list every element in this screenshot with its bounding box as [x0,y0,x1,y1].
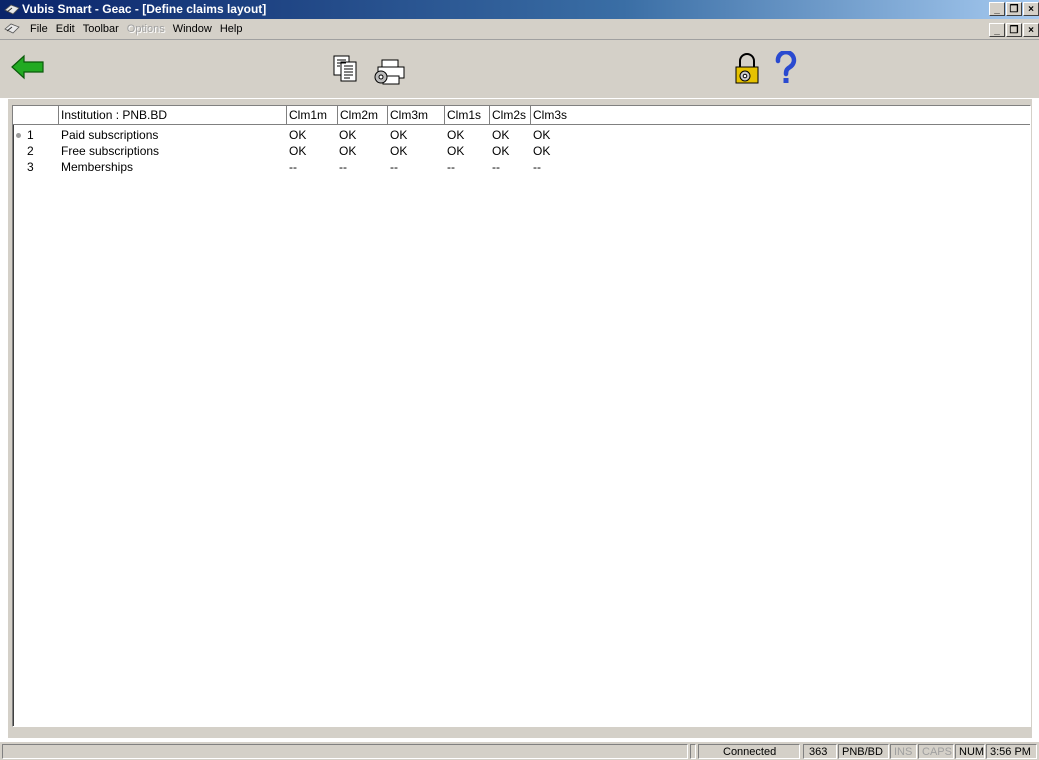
doc-minimize-button[interactable]: _ [989,23,1005,37]
window-title: Vubis Smart - Geac - [Define claims layo… [22,2,267,16]
menu-window[interactable]: Window [169,19,216,39]
cell-clm3s: OK [533,144,551,158]
table-row[interactable]: 2 Free subscriptions OK OK OK OK OK OK [13,143,1030,159]
table-row[interactable]: 3 Memberships -- -- -- -- -- -- [13,159,1030,175]
row-name: Memberships [61,160,134,174]
status-bar: Connected 363 PNB/BD INS CAPS NUM 3:56 P… [0,742,1039,760]
document-window-icon[interactable] [4,22,20,36]
cell-clm2m: -- [339,160,347,174]
doc-close-button[interactable]: × [1023,23,1039,37]
row-number-header [13,106,59,124]
status-location: PNB/BD [838,744,889,759]
cell-clm3s: OK [533,128,551,142]
table-row[interactable]: 1 Paid subscriptions OK OK OK OK OK OK [13,127,1030,143]
column-header-institution[interactable]: Institution : PNB.BD [59,106,287,124]
menu-bar: File Edit Toolbar Options Window Help _ … [0,19,1039,40]
menu-options: Options [126,23,165,35]
status-connection: Connected [698,744,800,759]
menu-file[interactable]: File [26,19,52,39]
row-name: Paid subscriptions [61,128,159,142]
lock-settings-icon[interactable] [733,53,761,85]
close-button[interactable]: × [1023,2,1039,16]
arrow-left-icon[interactable] [10,54,46,80]
cell-clm1s: OK [447,128,465,142]
status-num: NUM [955,744,985,759]
row-number: 2 [27,144,34,158]
restore-button[interactable]: ❐ [1006,2,1022,16]
grid-header: Institution : PNB.BD Clm1m Clm2m Clm3m C… [13,106,1030,125]
status-divider [690,744,696,759]
menu-toolbar[interactable]: Toolbar [79,19,123,39]
cell-clm3m: OK [390,128,408,142]
cell-clm3m: -- [390,160,398,174]
cell-clm2s: -- [492,160,500,174]
toolbar [0,40,1039,98]
cell-clm3m: OK [390,144,408,158]
status-time: 3:56 PM [986,744,1037,759]
status-count: 363 [803,744,837,759]
vubis-app-icon [4,4,20,15]
claims-layout-grid[interactable]: Institution : PNB.BD Clm1m Clm2m Clm3m C… [12,105,1031,727]
column-header-clm1m[interactable]: Clm1m [287,106,338,124]
row-number: 3 [27,160,34,174]
cell-clm3s: -- [533,160,541,174]
document-copy-icon[interactable] [333,55,359,83]
title-bar: Vubis Smart - Geac - [Define claims layo… [0,0,1039,19]
column-header-clm3s[interactable]: Clm3s [531,106,1030,124]
column-header-clm1s[interactable]: Clm1s [445,106,490,124]
status-ins: INS [890,744,917,759]
cell-clm1m: OK [289,144,307,158]
column-header-clm2s[interactable]: Clm2s [490,106,531,124]
cell-clm2m: OK [339,144,357,158]
cell-clm1m: -- [289,160,297,174]
current-row-indicator [16,133,21,138]
status-message-panel [2,744,688,759]
column-header-clm2m[interactable]: Clm2m [338,106,388,124]
cell-clm2m: OK [339,128,357,142]
doc-restore-button[interactable]: ❐ [1006,23,1022,37]
status-caps: CAPS [918,744,954,759]
cell-clm2s: OK [492,144,510,158]
help-question-icon[interactable] [774,51,798,85]
menu-edit[interactable]: Edit [52,19,79,39]
column-header-clm3m[interactable]: Clm3m [388,106,445,124]
minimize-button[interactable]: _ [989,2,1005,16]
cell-clm1s: OK [447,144,465,158]
cell-clm1s: -- [447,160,455,174]
row-name: Free subscriptions [61,144,160,158]
cell-clm2s: OK [492,128,510,142]
printer-settings-icon[interactable] [372,58,408,86]
cell-clm1m: OK [289,128,307,142]
row-number: 1 [27,128,34,142]
menu-help[interactable]: Help [216,19,247,39]
